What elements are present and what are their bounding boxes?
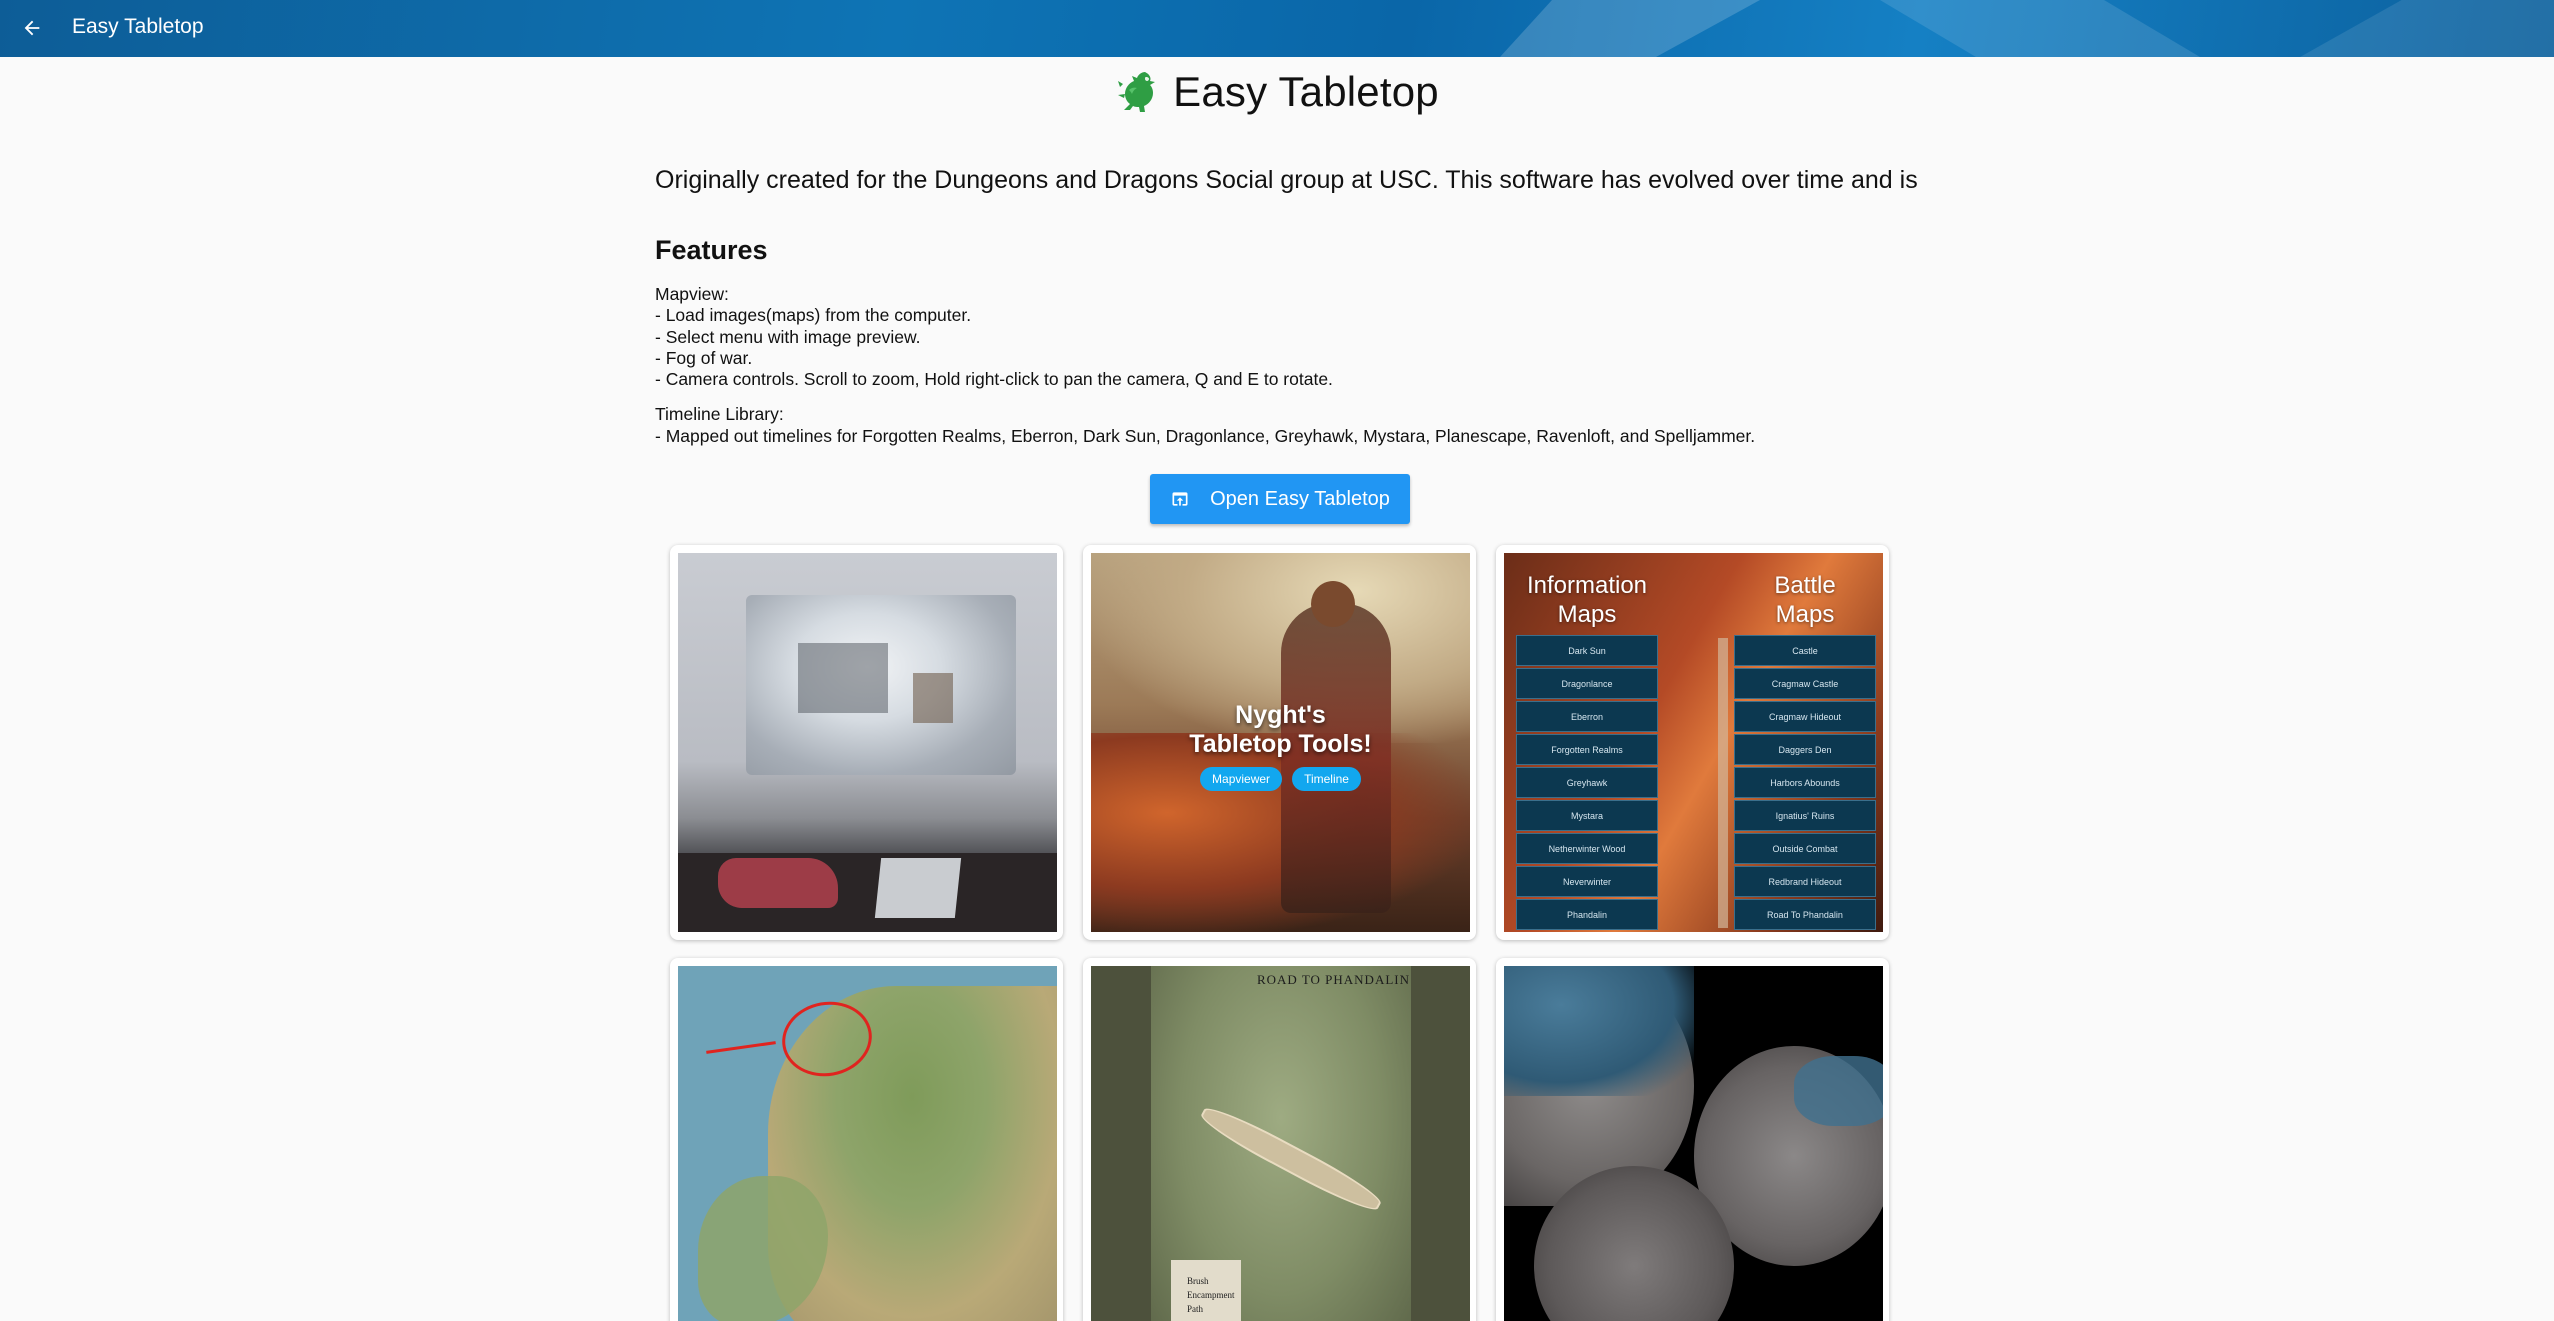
projected-map-detail [798, 643, 888, 713]
list-item: Mystara [1516, 800, 1658, 831]
page-title: Easy Tabletop [1173, 68, 1439, 115]
battle-map-title: ROAD TO PHANDALIN [1256, 972, 1410, 987]
gallery-card[interactable]: ROAD TO PHANDALIN Brush Encampment Path [1083, 958, 1476, 1321]
list-item: Phandalin [1516, 899, 1658, 930]
list-item: Greyhawk [1516, 767, 1658, 798]
projector-photo [678, 553, 1057, 932]
list-scrollbar [1718, 638, 1728, 928]
list-item: Neverwinter [1516, 866, 1658, 897]
timeline-heading: Timeline Library: [655, 404, 784, 425]
world-map-preview [678, 966, 1057, 1321]
page-heading: Easy Tabletop [0, 68, 2554, 116]
legend-item: Encampment [1187, 1290, 1235, 1300]
list-item: Cragmaw Hideout [1734, 701, 1876, 732]
table-cloth [718, 858, 838, 908]
open-in-browser-icon [1172, 492, 1188, 506]
feature-item: - Mapped out timelines for Forgotten Rea… [655, 425, 1756, 446]
feature-item: - Load images(maps) from the computer. [655, 305, 972, 326]
legend-item: Brush [1187, 1276, 1209, 1286]
title-screen-preview: Nyght's Tabletop Tools! Mapviewer Timeli… [1091, 553, 1470, 932]
information-maps-list: Dark Sun Dragonlance Eberron Forgotten R… [1516, 635, 1658, 932]
column-title-line: Information [1526, 572, 1648, 599]
description: Originally created for the Dungeons and … [655, 160, 1918, 447]
information-maps-title: Information Maps [1516, 571, 1658, 629]
list-item: Netherwinter Wood [1516, 833, 1658, 864]
mapview-heading: Mapview: [655, 284, 729, 304]
gallery-card[interactable] [670, 958, 1063, 1321]
list-item: Outside Combat [1734, 833, 1876, 864]
dungeon-map-preview [1504, 966, 1883, 1321]
list-item: Redbrand Hideout [1734, 866, 1876, 897]
app-bar: Easy Tabletop [0, 0, 2554, 57]
map-highlight-arrow [706, 1041, 776, 1054]
app-bar-decoration [1880, 0, 2200, 57]
preview-title-line: Tabletop Tools! [1189, 730, 1372, 758]
feature-item: - Fog of war. [655, 347, 753, 368]
preview-buttons: Mapviewer Timeline [1091, 767, 1470, 791]
column-title-line: Maps [1775, 601, 1835, 628]
list-item: Eberron [1516, 701, 1658, 732]
open-easy-tabletop-button[interactable]: Open Easy Tabletop [1150, 474, 1410, 524]
back-button[interactable] [14, 10, 50, 46]
column-title-line: Battle [1774, 572, 1836, 599]
open-button-label: Open Easy Tabletop [1210, 487, 1390, 510]
map-select-preview: Information Maps Battle Maps Dark Sun Dr… [1504, 553, 1883, 932]
painting-figure-head [1311, 581, 1355, 627]
app-bar-title: Easy Tabletop [72, 15, 204, 38]
list-item: Forgotten Realms [1516, 734, 1658, 765]
green-dragon-icon [1118, 72, 1156, 112]
gallery-card[interactable] [670, 545, 1063, 940]
dungeon-water [1504, 966, 1694, 1096]
gallery-card[interactable]: Information Maps Battle Maps Dark Sun Dr… [1496, 545, 1889, 940]
feature-item: - Camera controls. Scroll to zoom, Hold … [655, 369, 1333, 390]
list-item: Harbors Abounds [1734, 767, 1876, 798]
projected-map-detail [913, 673, 953, 723]
preview-mapviewer-button: Mapviewer [1200, 767, 1283, 791]
battle-maps-title: Battle Maps [1734, 571, 1876, 629]
preview-timeline-button: Timeline [1292, 767, 1361, 791]
battle-map-legend: Brush Encampment Path [1171, 1260, 1241, 1321]
feature-item: - Select menu with image preview. [655, 326, 921, 347]
timeline-features: Timeline Library: - Mapped out timelines… [655, 404, 1915, 447]
arrow-left-icon [24, 20, 40, 36]
preview-title-line: Nyght's [1235, 701, 1326, 729]
list-item: Ignatius' Ruins [1734, 800, 1876, 831]
list-item: Castle [1734, 635, 1876, 666]
list-item: Dark Sun [1516, 635, 1658, 666]
app-bar-decoration [1500, 0, 1760, 57]
column-title-line: Maps [1557, 601, 1617, 628]
app-bar-decoration [2300, 0, 2554, 57]
list-item: Cragmaw Castle [1734, 668, 1876, 699]
list-item: Road To Phandalin [1734, 899, 1876, 930]
mapview-features: Mapview: - Load images(maps) from the co… [655, 284, 1915, 390]
list-item: Dragonlance [1516, 668, 1658, 699]
gallery-card[interactable]: Nyght's Tabletop Tools! Mapviewer Timeli… [1083, 545, 1476, 940]
intro-text: Originally created for the Dungeons and … [655, 166, 1918, 194]
battle-map-preview: ROAD TO PHANDALIN Brush Encampment Path [1091, 966, 1470, 1321]
features-heading: Features [655, 235, 768, 265]
dungeon-water [1794, 1056, 1883, 1126]
legend-item: Path [1187, 1304, 1204, 1314]
preview-title: Nyght's Tabletop Tools! [1091, 701, 1470, 759]
laptop [874, 858, 962, 918]
gallery-card[interactable] [1496, 958, 1889, 1321]
battle-maps-list: Castle Cragmaw Castle Cragmaw Hideout Da… [1734, 635, 1876, 932]
list-item: Daggers Den [1734, 734, 1876, 765]
